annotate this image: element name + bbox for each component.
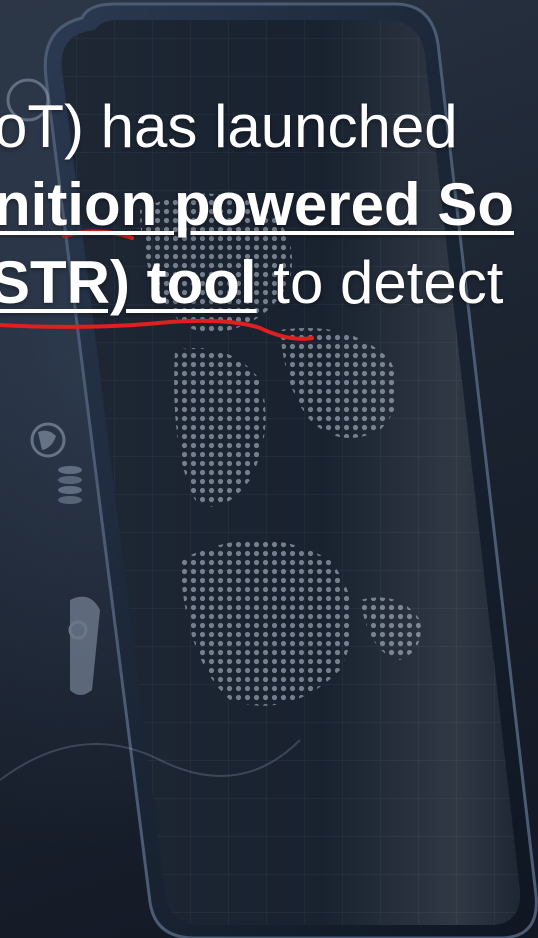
coin-stack-icon bbox=[58, 466, 82, 504]
text-line-1: oT) has launched bbox=[0, 88, 538, 166]
text-line-2: nition powered So bbox=[0, 166, 538, 244]
line3-bold-text: STR) tool bbox=[0, 249, 257, 316]
line1-text: oT) has launched bbox=[0, 93, 458, 160]
slide: oT) has launched nition powered So STR) … bbox=[0, 0, 538, 938]
line3-text: STR) tool to detect bbox=[0, 244, 503, 322]
hand-coins-icon bbox=[68, 596, 100, 695]
text-line-3: STR) tool to detect bbox=[0, 244, 538, 322]
line2-text: nition powered So bbox=[0, 171, 514, 238]
globe-icon bbox=[30, 422, 66, 458]
slide-text: oT) has launched nition powered So STR) … bbox=[0, 88, 538, 322]
line3-rest-text: to detect bbox=[256, 249, 504, 316]
